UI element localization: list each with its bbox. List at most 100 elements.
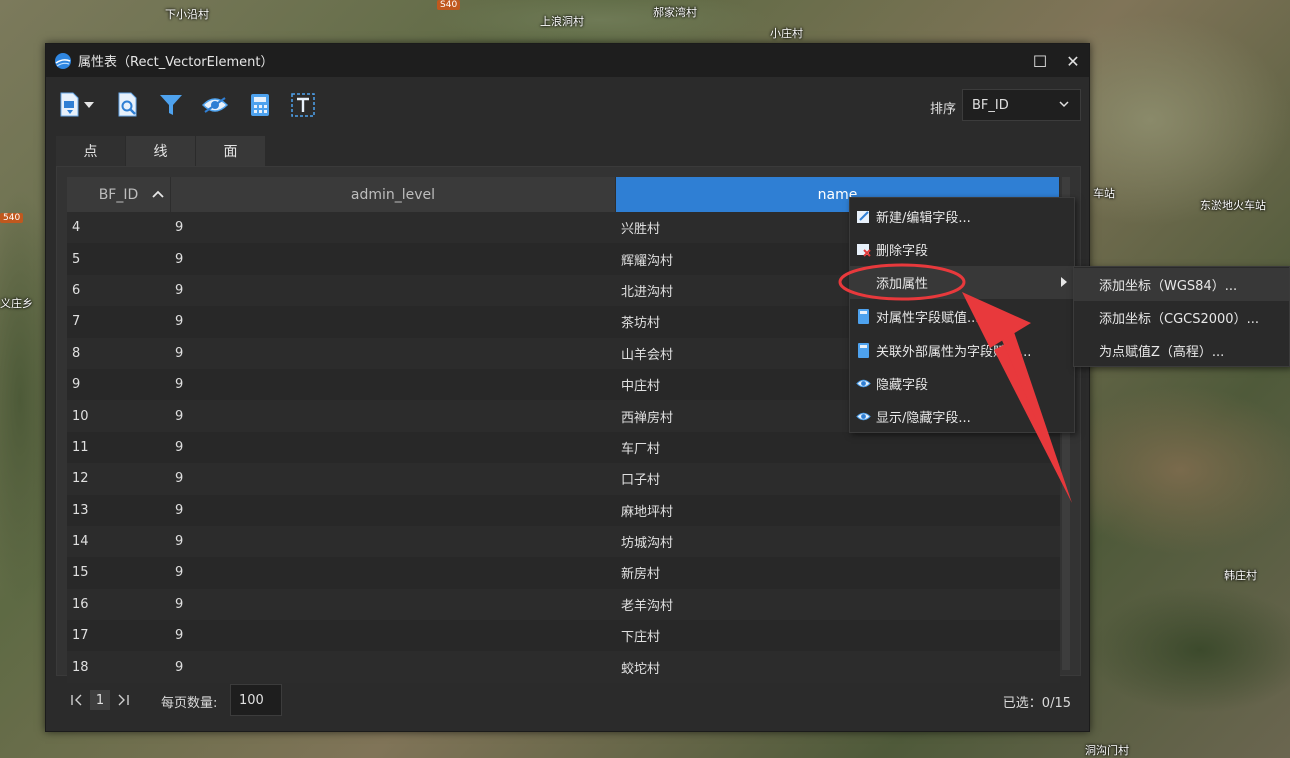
menu-item-hide-field[interactable]: 隐藏字段 [850,367,1074,400]
table-cell: 9 [175,471,184,487]
table-cell: 9 [175,659,184,675]
map-label: 洞沟门村 [1085,744,1129,757]
show-hide-field-icon [856,412,871,421]
calculator-icon [251,94,269,116]
visibility-button[interactable] [201,91,229,119]
tab-label: 线 [153,144,168,160]
table-cell: 4 [72,220,81,236]
dropdown-arrow-icon [84,102,94,108]
map-label: 韩庄村 [1224,569,1257,582]
tab-label: 面 [223,144,238,160]
submenu-item-add-coordinate-cgcs2000[interactable]: 添加坐标（CGCS2000）... [1074,301,1289,334]
table-cell: 9 [175,314,184,330]
table-row[interactable]: 16 9 老羊沟村 [67,588,1060,621]
text-field-button[interactable] [289,91,317,119]
export-dropdown-button[interactable] [82,91,96,119]
table-cell: 9 [175,377,184,393]
assign-value-icon [858,309,869,324]
menu-item-add-attribute[interactable]: 添加属性 [850,266,1074,299]
menu-item-label: 删除字段 [876,244,929,259]
sort-ascending-icon [152,190,164,198]
table-row[interactable]: 12 9 口子村 [67,463,1060,495]
table-cell: 12 [72,471,89,487]
per-page-input[interactable]: 100 [230,684,282,716]
tab-polygon[interactable]: 面 [196,136,266,166]
map-label: 义庄乡 [0,297,33,310]
table-row[interactable]: 14 9 坊城沟村 [67,525,1060,558]
table-cell: 蛟坨村 [621,661,661,677]
title-bar[interactable]: 属性表（Rect_VectorElement） ☐ ✕ [46,44,1089,77]
hide-field-icon [856,379,871,388]
table-cell: 9 [175,596,184,612]
map-label: 车站 [1093,187,1115,200]
submenu-item-add-coordinate-wgs84[interactable]: 添加坐标（WGS84）... [1074,268,1289,301]
visibility-icon [202,97,228,113]
menu-item-link-external-attribute[interactable]: 关联外部属性为字段赋值... [850,334,1074,367]
table-cell: 9 [175,565,184,581]
maximize-button[interactable]: ☐ [1029,50,1051,72]
table-cell: 7 [72,314,81,330]
table-cell: 9 [175,408,184,424]
table-row[interactable]: 13 9 麻地坪村 [67,494,1060,526]
menu-item-label: 显示/隐藏字段... [876,411,971,426]
table-row[interactable]: 18 9 蛟坨村 [67,651,1060,683]
table-cell: 9 [175,251,184,267]
export-button[interactable] [56,91,84,119]
pagination-footer: 1 每页数量: 100 已选：0/15 [46,681,1091,721]
table-cell: 9 [175,345,184,361]
table-cell: 6 [72,282,81,298]
menu-item-delete-field[interactable]: 删除字段 [850,233,1074,266]
menu-item-label: 关联外部属性为字段赋值... [876,345,1032,360]
sort-select[interactable]: BF_ID [962,89,1081,121]
table-cell: 新房村 [621,567,661,583]
table-cell: 5 [72,251,81,267]
column-context-menu: 新建/编辑字段... 删除字段 添加属性 对属性字段赋值... 关联外部属性为字… [849,197,1075,433]
maximize-icon: ☐ [1032,51,1048,71]
menu-item-label: 对属性字段赋值... [876,311,980,326]
table-cell: 口子村 [621,473,661,489]
geometry-tabs: 点 线 面 [56,136,266,166]
close-icon: ✕ [1066,51,1080,71]
selected-count: 已选：0/15 [1002,696,1071,711]
query-button[interactable] [114,91,142,119]
menu-item-show-hide-fields[interactable]: 显示/隐藏字段... [850,400,1074,433]
table-row[interactable]: 11 9 车厂村 [67,431,1060,464]
table-cell: 18 [72,659,89,675]
table-cell: 16 [72,596,89,612]
current-page[interactable]: 1 [90,690,110,710]
calculator-button[interactable] [246,91,274,119]
table-cell: 9 [175,534,184,550]
column-header-admin-level[interactable]: admin_level [171,177,616,212]
sort-label: 排序 [930,102,957,117]
per-page-label: 每页数量: [161,696,218,711]
menu-item-label: 添加属性 [876,277,929,292]
tab-point[interactable]: 点 [56,136,126,166]
table-cell: 17 [72,628,89,644]
table-cell: 9 [175,282,184,298]
table-row[interactable]: 17 9 下庄村 [67,620,1060,652]
submenu-item-label: 添加坐标（WGS84）... [1099,279,1238,294]
close-button[interactable]: ✕ [1062,50,1084,72]
delete-field-icon [857,244,871,257]
submenu-item-assign-point-z[interactable]: 为点赋值Z（高程）... [1074,334,1289,367]
column-header-bf-id[interactable]: BF_ID [67,177,171,212]
table-cell: 坊城沟村 [621,536,674,552]
column-header-label: BF_ID [98,186,139,203]
table-cell: 14 [72,534,89,550]
submenu-item-label: 为点赋值Z（高程）... [1099,345,1225,360]
submenu-arrow-icon [1061,277,1067,287]
filter-button[interactable] [157,91,185,119]
table-row[interactable]: 15 9 新房村 [67,557,1060,589]
table-cell: 老羊沟村 [621,598,674,614]
menu-item-label: 隐藏字段 [876,378,929,393]
last-page-icon[interactable] [116,693,130,707]
text-field-icon [291,93,315,117]
tab-line[interactable]: 线 [126,136,196,166]
sort-value: BF_ID [972,97,1009,113]
first-page-icon[interactable] [70,693,84,707]
map-label: 郝家湾村 [653,6,697,19]
menu-item-label: 新建/编辑字段... [876,211,971,226]
menu-item-assign-field-value[interactable]: 对属性字段赋值... [850,300,1074,333]
menu-item-new-edit-field[interactable]: 新建/编辑字段... [850,200,1074,233]
road-badge: 540 [0,213,24,223]
